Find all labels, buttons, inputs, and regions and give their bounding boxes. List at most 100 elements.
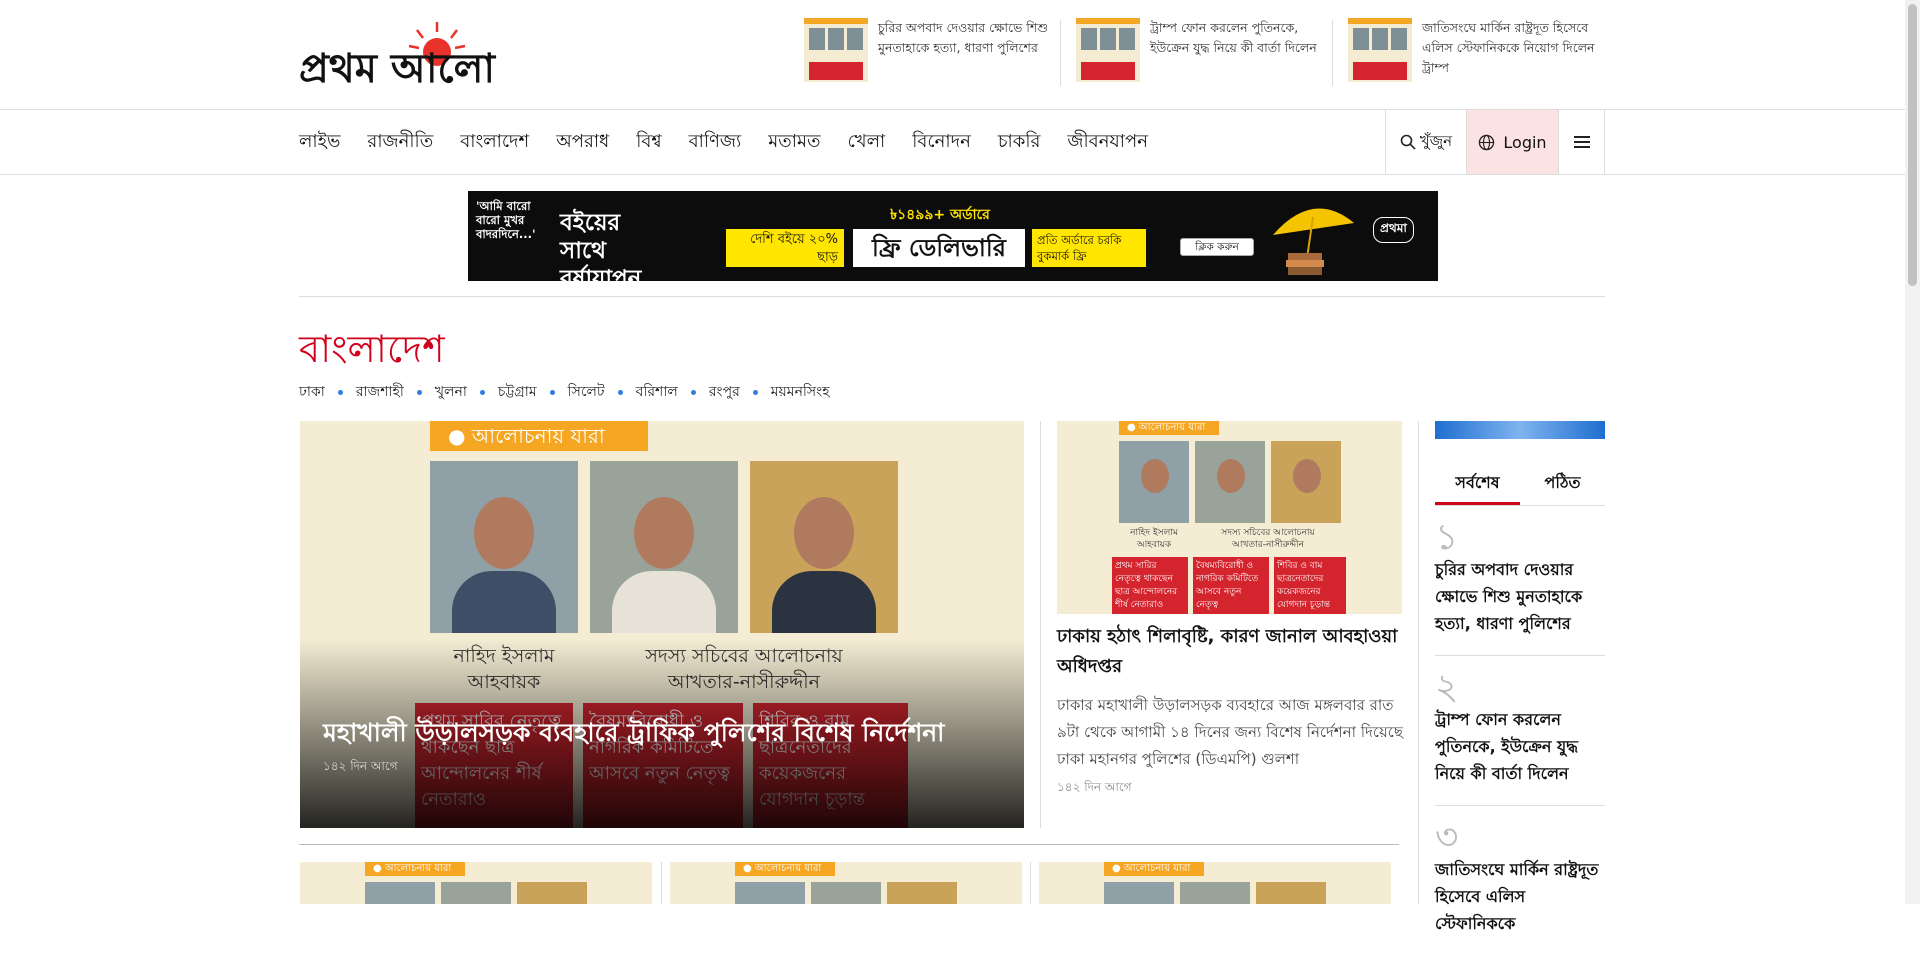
division-link[interactable]: ঢাকা — [299, 380, 325, 404]
banner-discount: দেশি বইয়ে ২০% ছাড় — [726, 229, 844, 267]
ad-banner[interactable]: 'আমি বারো বারো মুখর বাদরদিনে...' বইয়ের … — [468, 191, 1438, 281]
column-divider — [1040, 421, 1041, 828]
person-photo — [590, 461, 738, 633]
ranked-item[interactable]: ১ চুরির অপবাদ দেওয়ার ক্ষোভে শিশু মুনতাহ… — [1435, 506, 1605, 656]
rank-title: জাতিসংঘে মার্কিন রাষ্ট্রদূত হিসেবে এলিস … — [1435, 860, 1599, 933]
separator-dot — [337, 389, 343, 395]
ranked-item[interactable]: ৩ জাতিসংঘে মার্কিন রাষ্ট্রদূত হিসেবে এলি… — [1435, 806, 1605, 955]
section-title: বাংলাদেশ — [299, 327, 445, 371]
nav-item-live[interactable]: লাইভ — [299, 127, 340, 158]
divider — [1332, 20, 1333, 86]
rank-title: চুরির অপবাদ দেওয়ার ক্ষোভে শিশু মুনতাহাক… — [1435, 560, 1583, 633]
banner-delivery: ফ্রি ডেলিভারি — [853, 229, 1025, 267]
sidebar-ad[interactable] — [1435, 421, 1605, 439]
story-timestamp: ১৪২ দিন আগে — [1057, 780, 1132, 794]
separator-dot — [549, 389, 555, 395]
separator-dot — [416, 389, 422, 395]
nav-item-business[interactable]: বাণিজ্য — [689, 127, 742, 158]
trending-thumbnail — [804, 18, 868, 82]
row-divider — [299, 844, 1399, 845]
menu-button[interactable] — [1558, 110, 1605, 174]
lead-timestamp: ১৪২ দিন আগে — [323, 759, 398, 773]
trending-item[interactable]: জাতিসংঘে মার্কিন রাষ্ট্রদূত হিসেবে এলিস … — [1348, 18, 1600, 88]
sidebar-tabs: সর্বশেষ পঠিত — [1435, 465, 1605, 506]
login-label: Login — [1503, 132, 1547, 152]
search-icon — [1400, 134, 1416, 150]
column-divider — [661, 862, 662, 904]
lead-story[interactable]: ● আলোচনায় যারা নাহিদ ইসলামআহবায়ক সদস্য… — [300, 421, 1024, 828]
separator-dot — [690, 389, 696, 395]
column-divider — [1418, 421, 1419, 904]
banner-headline: বইয়ের সাথে বর্ষাযাপন — [560, 210, 642, 281]
tab-most-read[interactable]: পঠিত — [1520, 465, 1605, 505]
nav-item-jobs[interactable]: চাকরি — [998, 127, 1041, 158]
scrollbar-thumb[interactable] — [1908, 4, 1917, 286]
story-image[interactable]: ● আলোচনায় যারা নাহিদ ইসলাম আহবায়ক সদস্য… — [1057, 421, 1402, 614]
division-link[interactable]: রাজশাহী — [356, 380, 404, 404]
person-photo — [430, 461, 578, 633]
ranked-item[interactable]: ২ ট্রাম্প ফোন করলেন পুতিনকে, ইউক্রেন যুদ… — [1435, 656, 1605, 806]
prothom-alo-logo[interactable]: প্রথম আলো — [299, 20, 574, 92]
banner-brand-logo: প্রথমা — [1373, 217, 1414, 243]
nav-divider — [0, 174, 1920, 175]
main-nav: লাইভ রাজনীতি বাংলাদেশ অপরাধ বিশ্ব বাণিজ্… — [299, 110, 1605, 174]
division-link[interactable]: ময়মনসিংহ — [771, 380, 830, 404]
story-thumbnail[interactable]: ● আলোচনায় যারা — [670, 862, 1022, 904]
umbrella-icon — [1273, 208, 1354, 275]
nav-tools: খুঁজুন Login — [1385, 110, 1605, 174]
story-summary: ঢাকার মহাখালী উড়ালসড়ক ব্যবহারে আজ মঙ্গ… — [1057, 696, 1403, 768]
sidebar: সর্বশেষ পঠিত ১ চুরির অপবাদ দেওয়ার ক্ষোভ… — [1435, 421, 1605, 955]
separator-dot — [752, 389, 758, 395]
story-thumbnail[interactable]: ● আলোচনায় যারা — [300, 862, 652, 904]
column-divider — [1030, 862, 1031, 904]
nav-item-lifestyle[interactable]: জীবনযাপন — [1067, 127, 1148, 158]
division-link[interactable]: রংপুর — [709, 380, 740, 404]
trending-thumbnail — [1348, 18, 1412, 82]
search-button[interactable]: খুঁজুন — [1385, 110, 1466, 174]
image-tag: ● আলোচনায় যারা — [1119, 421, 1219, 435]
nav-item-sports[interactable]: খেলা — [848, 127, 886, 158]
story-headline[interactable]: ঢাকায় হঠাৎ শিলাবৃষ্টি, কারণ জানাল আবহাও… — [1057, 622, 1407, 682]
nav-item-world[interactable]: বিশ্ব — [636, 127, 661, 158]
nav-item-bangladesh[interactable]: বাংলাদেশ — [460, 127, 529, 158]
nav-item-politics[interactable]: রাজনীতি — [367, 127, 433, 158]
section-divider — [299, 296, 1605, 297]
rank-number: ৩ — [1435, 817, 1459, 858]
trending-title: জাতিসংঘে মার্কিন রাষ্ট্রদূত হিসেবে এলিস … — [1422, 20, 1595, 75]
globe-icon — [1479, 134, 1495, 150]
nav-links: লাইভ রাজনীতি বাংলাদেশ অপরাধ বিশ্ব বাণিজ্… — [299, 110, 1148, 174]
banner-bookmark: প্রতি অর্ডারে চরকি বুকমার্ক ফ্রি — [1032, 229, 1146, 267]
nav-item-crime[interactable]: অপরাধ — [556, 127, 609, 158]
search-label: খুঁজুন — [1419, 131, 1453, 150]
trending-title: ট্রাম্প ফোন করলেন পুতিনকে, ইউক্রেন যুদ্ধ… — [1150, 20, 1317, 55]
story-thumbnail[interactable]: ● আলোচনায় যারা — [1039, 862, 1391, 904]
trending-item[interactable]: ট্রাম্প ফোন করলেন পুতিনকে, ইউক্রেন যুদ্ধ… — [1076, 18, 1328, 88]
division-nav: ঢাকা রাজশাহী খুলনা চট্টগ্রাম সিলেট বরিশা… — [299, 380, 830, 404]
division-link[interactable]: সিলেট — [568, 380, 605, 404]
scrollbar-track[interactable] — [1905, 0, 1920, 904]
tab-latest[interactable]: সর্বশেষ — [1435, 465, 1520, 505]
division-link[interactable]: খুলনা — [435, 380, 467, 404]
person-photo — [750, 461, 898, 633]
banner-quote: 'আমি বারো বারো মুখর বাদরদিনে...' — [476, 199, 536, 241]
separator-dot — [479, 389, 485, 395]
site-header: প্রথম আলো চুরির অপবাদ দেওয়ার ক্ষোভে শিশ… — [299, 0, 1605, 110]
rank-number: ১ — [1435, 517, 1459, 558]
nav-item-entertainment[interactable]: বিনোদন — [912, 127, 971, 158]
division-link[interactable]: চট্টগ্রাম — [498, 380, 537, 404]
divider — [1060, 20, 1061, 86]
image-tag: ● আলোচনায় যারা — [430, 421, 648, 451]
trending-thumbnail — [1076, 18, 1140, 82]
rank-number: ২ — [1435, 667, 1459, 708]
svg-text:প্রথম আলো: প্রথম আলো — [299, 45, 496, 90]
banner-order-text: ৳১৪৯৯+ অর্ডারে — [890, 207, 990, 223]
hamburger-menu-icon — [1573, 136, 1590, 148]
story-card: ঢাকায় হঠাৎ শিলাবৃষ্টি, কারণ জানাল আবহাও… — [1057, 622, 1407, 799]
banner-cta[interactable]: ক্লিক করুন — [1180, 238, 1254, 256]
division-link[interactable]: বরিশাল — [636, 380, 678, 404]
login-button[interactable]: Login — [1466, 110, 1558, 174]
trending-item[interactable]: চুরির অপবাদ দেওয়ার ক্ষোভে শিশু মুনতাহাক… — [804, 18, 1056, 88]
lead-headline[interactable]: মহাখালী উড়ালসড়ক ব্যবহারে ট্রাফিক পুলিশ… — [323, 713, 944, 756]
nav-item-opinion[interactable]: মতামত — [768, 127, 820, 158]
separator-dot — [617, 389, 623, 395]
